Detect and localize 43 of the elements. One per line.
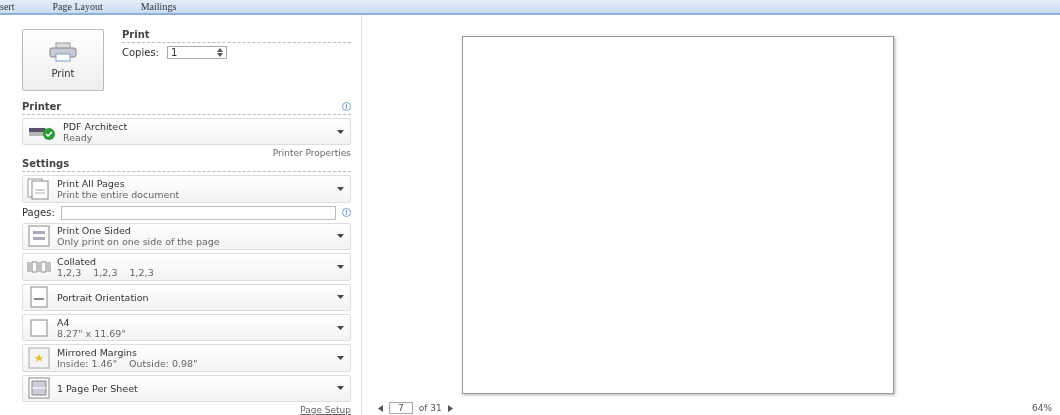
section-title: Settings (22, 158, 70, 170)
printer-icon (49, 41, 77, 62)
dropdown-caret-icon (337, 187, 344, 192)
printer-dropdown[interactable]: PDF Architect Ready (22, 118, 351, 146)
copies-spinner[interactable]: 1 (166, 46, 227, 59)
setting-dropdown[interactable]: Mirrored Margins Inside: 1.46" Outside: 0.98" (22, 344, 351, 372)
setting-dropdown[interactable]: Print All Pages Print the entire document (22, 175, 351, 203)
copies-label: Copies: (122, 47, 159, 58)
margins-icon (27, 346, 51, 369)
pages-icon (27, 178, 51, 201)
info-icon (342, 102, 351, 111)
zoom-level: 64% (1032, 403, 1052, 413)
ribbon-tab[interactable]: Page Layout (52, 1, 103, 12)
section-title: Printer (22, 101, 62, 112)
dropdown-caret-icon (337, 295, 344, 300)
setting-dropdown[interactable]: Portrait Orientation (22, 283, 351, 311)
paper-icon (27, 316, 51, 339)
ribbon-tab[interactable]: sert (0, 1, 15, 12)
setting-dropdown[interactable]: A4 8.27" x 11.69" (22, 313, 351, 342)
setting-dropdown[interactable]: Collated 1,2,3 1,2,3 1,2,3 (22, 253, 351, 281)
dropdown-caret-icon (337, 129, 344, 134)
setting-dropdown[interactable]: 1 Page Per Sheet (22, 374, 351, 402)
printer-properties-link[interactable]: Printer Properties (272, 148, 351, 159)
dropdown-caret-icon (337, 386, 344, 391)
page-icon (27, 225, 51, 248)
dropdown-caret-icon (337, 234, 344, 239)
page-per-sheet-icon (27, 377, 51, 400)
page-total: of 31 (418, 403, 442, 413)
section-title: Print (122, 29, 150, 40)
ribbon-tab[interactable]: Mailings (140, 1, 177, 12)
dropdown-caret-icon (337, 264, 344, 269)
next-page-icon[interactable] (447, 404, 453, 412)
pages-label: Pages: (22, 207, 55, 219)
page-setup-link[interactable]: Page Setup (300, 405, 351, 415)
info-icon (342, 208, 351, 218)
portrait-page-icon (27, 286, 51, 309)
print-button[interactable]: Print (22, 29, 104, 91)
previous-page-icon[interactable] (378, 404, 383, 412)
page-number-field[interactable]: 7 (389, 402, 413, 414)
dropdown-caret-icon (337, 325, 344, 330)
pages-field[interactable] (60, 205, 336, 220)
dropdown-caret-icon (337, 355, 344, 360)
setting-dropdown[interactable]: Print One Sided Only print on one side of the page (22, 222, 351, 251)
